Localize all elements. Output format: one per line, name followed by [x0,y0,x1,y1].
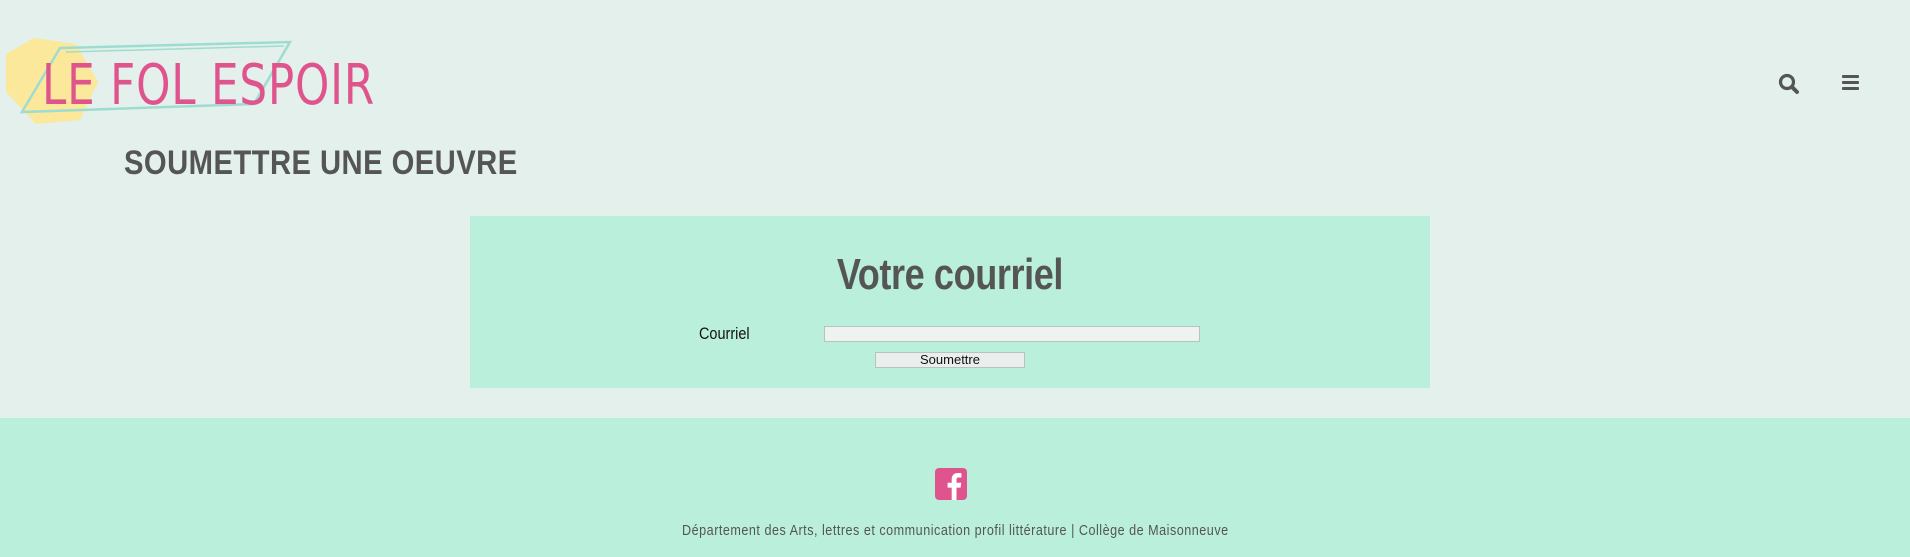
hamburger-menu-icon [1842,75,1859,90]
email-label: Courriel [699,324,750,343]
footer-credit: Département des Arts, lettres et communi… [0,522,1910,539]
page-title: SOUMETTRE UNE OEUVRE [124,144,518,182]
facebook-link[interactable] [935,468,967,500]
form-heading: Votre courriel [470,250,1430,300]
site-header: LE FOL ESPOIR SOUMETTRE UNE OEUVRE [0,0,1910,200]
footer-credit-text: Département des Arts, lettres et communi… [681,522,1229,539]
search-button[interactable] [1775,70,1805,100]
facebook-icon [935,468,967,500]
email-field[interactable] [824,326,1200,342]
form-heading-text: Votre courriel [836,250,1064,299]
submit-button[interactable]: Soumettre [875,352,1025,368]
site-logo[interactable]: LE FOL ESPOIR [0,36,374,156]
search-icon [1778,73,1799,94]
menu-button[interactable] [1836,68,1866,98]
email-form-panel: Votre courriel Courriel Soumettre [470,216,1430,388]
logo-text: LE FOL ESPOIR [42,53,375,118]
site-footer: Département des Arts, lettres et communi… [0,418,1910,557]
